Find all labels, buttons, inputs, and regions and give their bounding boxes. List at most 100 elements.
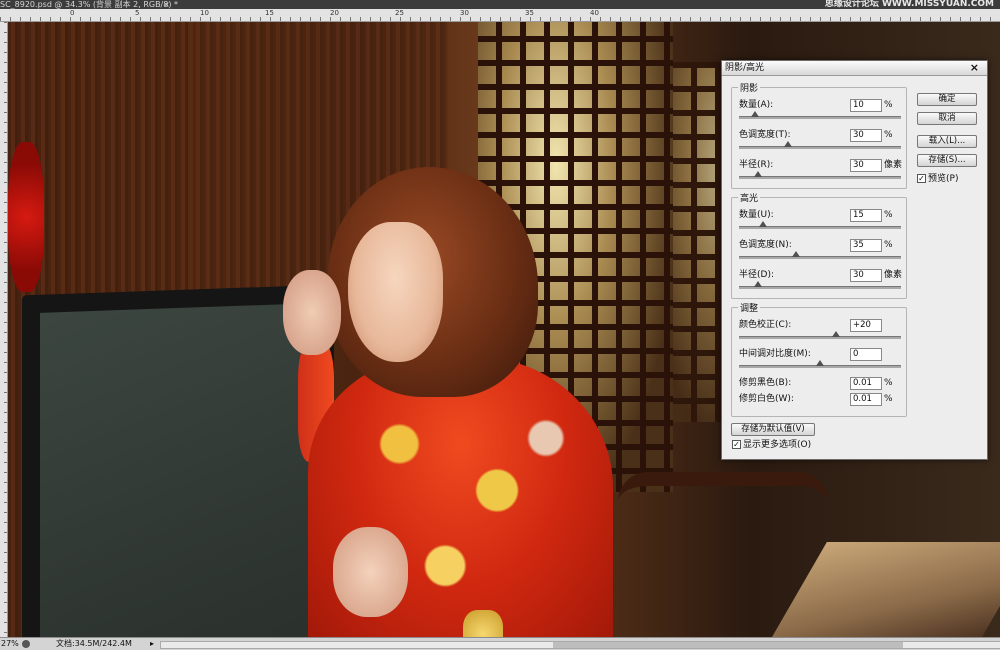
eye-icon [22, 640, 30, 648]
horizontal-scrollbar[interactable] [160, 641, 1000, 649]
shadows-legend: 阴影 [740, 84, 759, 94]
highlights-amount-unit: % [884, 210, 893, 220]
shadows-amount-row: 数量(A): 10 % [738, 99, 902, 125]
watermark-text: 思缘设计论坛 WWW.MISSYUAN.COM [824, 0, 994, 9]
show-more-options-checkbox-box[interactable]: ✓ [732, 440, 741, 449]
ruler-label: 0 [70, 9, 75, 17]
show-more-options-label: 显示更多选项(O) [743, 440, 812, 450]
horizontal-ruler[interactable]: 0 5 10 15 20 25 30 35 40 [0, 9, 1000, 22]
shadows-tonal-width-slider[interactable] [739, 146, 901, 149]
midtone-contrast-slider-thumb[interactable] [816, 360, 824, 366]
shadows-amount-input[interactable]: 10 [850, 99, 882, 112]
shadows-radius-label: 半径(R): [739, 160, 774, 170]
highlights-radius-row: 半径(D): 30 像素 [738, 269, 902, 295]
adjustments-group: 调整 颜色校正(C): +20 中间调对比度(M): 0 修剪黑色(B): 0.… [731, 301, 907, 417]
document-tab-bar: SC_8920.psd @ 34.3% (背景 副本 2, RGB/8) * ×… [0, 0, 1000, 9]
adjustments-legend: 调整 [740, 304, 759, 314]
shadows-amount-unit: % [884, 100, 893, 110]
highlights-radius-slider[interactable] [739, 286, 901, 289]
zoom-level[interactable]: 27% [1, 638, 19, 650]
load-button[interactable]: 载入(L)... [917, 135, 977, 148]
dialog-close-icon[interactable]: × [970, 61, 979, 74]
gold-bracelet [463, 610, 503, 637]
chair [618, 472, 828, 637]
clip-black-unit: % [884, 378, 893, 388]
ruler-label: 20 [330, 9, 339, 17]
ruler-label: 10 [200, 9, 209, 17]
highlights-tonal-width-slider[interactable] [739, 256, 901, 259]
highlights-tonal-width-unit: % [884, 240, 893, 250]
cancel-button[interactable]: 取消 [917, 112, 977, 125]
woman-hand [333, 527, 408, 617]
clip-white-input[interactable]: 0.01 [850, 393, 882, 406]
shadows-group: 阴影 数量(A): 10 % 色调宽度(T): 30 % 半径(R): 30 像… [731, 81, 907, 189]
ruler-label: 40 [590, 9, 599, 17]
shadows-tonal-width-input[interactable]: 30 [850, 129, 882, 142]
ok-button[interactable]: 确定 [917, 93, 977, 106]
clip-black-label: 修剪黑色(B): [739, 378, 792, 388]
preview-label: 预览(P) [928, 174, 959, 184]
highlights-amount-label: 数量(U): [739, 210, 774, 220]
ruler-label: 15 [265, 9, 274, 17]
document-tab-close-icon[interactable]: × [163, 0, 170, 9]
shadows-amount-label: 数量(A): [739, 100, 774, 110]
clip-white-label: 修剪白色(W): [739, 394, 794, 404]
dialog-title: 阴影/高光 [725, 63, 765, 73]
shadows-radius-unit: 像素 [884, 160, 903, 170]
shadows-amount-slider[interactable] [739, 116, 901, 119]
highlights-legend: 高光 [740, 194, 759, 204]
dialog-title-bar[interactable]: 阴影/高光 × [722, 61, 987, 76]
highlights-amount-input[interactable]: 15 [850, 209, 882, 222]
highlights-tonal-width-input[interactable]: 35 [850, 239, 882, 252]
highlights-radius-unit: 像素 [884, 270, 903, 280]
preview-checkbox[interactable]: ✓ 预览(P) [917, 174, 958, 184]
midtone-contrast-input[interactable]: 0 [850, 348, 882, 361]
red-lantern [8, 142, 44, 292]
highlights-tonal-width-row: 色调宽度(N): 35 % [738, 239, 902, 265]
color-correction-slider[interactable] [739, 336, 901, 339]
woman-face [348, 222, 443, 362]
color-correction-input[interactable]: +20 [850, 319, 882, 332]
document-size-info: 文档:34.5M/242.4M [56, 639, 132, 648]
highlights-group: 高光 数量(U): 15 % 色调宽度(N): 35 % 半径(D): 30 像… [731, 191, 907, 299]
shadows-radius-row: 半径(R): 30 像素 [738, 159, 902, 185]
highlights-radius-slider-thumb[interactable] [754, 281, 763, 287]
highlights-tonal-width-label: 色调宽度(N): [739, 240, 792, 250]
shadows-tonal-width-unit: % [884, 130, 893, 140]
clip-black-row: 修剪黑色(B): 0.01 % [738, 377, 902, 393]
shadows-radius-input[interactable]: 30 [850, 159, 882, 172]
highlights-radius-input[interactable]: 30 [850, 269, 882, 282]
highlights-amount-slider-thumb[interactable] [759, 221, 768, 227]
shadows-tonal-width-label: 色调宽度(T): [739, 130, 791, 140]
shadows-radius-slider[interactable] [739, 176, 901, 179]
clip-black-input[interactable]: 0.01 [850, 377, 882, 390]
ruler-label: 35 [525, 9, 534, 17]
highlights-tonal-width-slider-thumb[interactable] [791, 251, 800, 257]
ruler-label: 5 [135, 9, 140, 17]
clip-white-row: 修剪白色(W): 0.01 % [738, 393, 902, 409]
shadows-tonal-width-row: 色调宽度(T): 30 % [738, 129, 902, 155]
save-as-defaults-button[interactable]: 存储为默认值(V) [731, 423, 815, 436]
status-menu-arrow-icon[interactable]: ▸ [150, 638, 154, 650]
ruler-label: 25 [395, 9, 404, 17]
woman-hand [283, 270, 341, 355]
midtone-contrast-label: 中间调对比度(M): [739, 349, 811, 359]
document-tab-title[interactable]: SC_8920.psd @ 34.3% (背景 副本 2, RGB/8) * [0, 0, 178, 9]
shadows-tonal-width-slider-thumb[interactable] [783, 141, 792, 147]
color-correction-label: 颜色校正(C): [739, 320, 792, 330]
clip-white-unit: % [884, 394, 893, 404]
show-more-options-checkbox[interactable]: ✓ 显示更多选项(O) [732, 440, 811, 450]
vertical-ruler[interactable] [0, 22, 8, 637]
midtone-contrast-row: 中间调对比度(M): 0 [738, 348, 902, 374]
shadows-radius-slider-thumb[interactable] [754, 171, 763, 177]
color-correction-row: 颜色校正(C): +20 [738, 319, 902, 345]
shadow-highlight-dialog: 阴影/高光 × 阴影 数量(A): 10 % 色调宽度(T): 30 % 半径(… [721, 60, 988, 460]
color-correction-slider-thumb[interactable] [832, 331, 841, 337]
save-button[interactable]: 存储(S)... [917, 154, 977, 167]
highlights-amount-row: 数量(U): 15 % [738, 209, 902, 235]
shadows-amount-slider-thumb[interactable] [751, 111, 760, 117]
status-bar: 27% 文档:34.5M/242.4M ▸ [0, 637, 1000, 650]
preview-checkbox-box[interactable]: ✓ [917, 174, 926, 183]
highlights-radius-label: 半径(D): [739, 270, 774, 280]
horizontal-scrollbar-thumb[interactable] [553, 642, 903, 648]
